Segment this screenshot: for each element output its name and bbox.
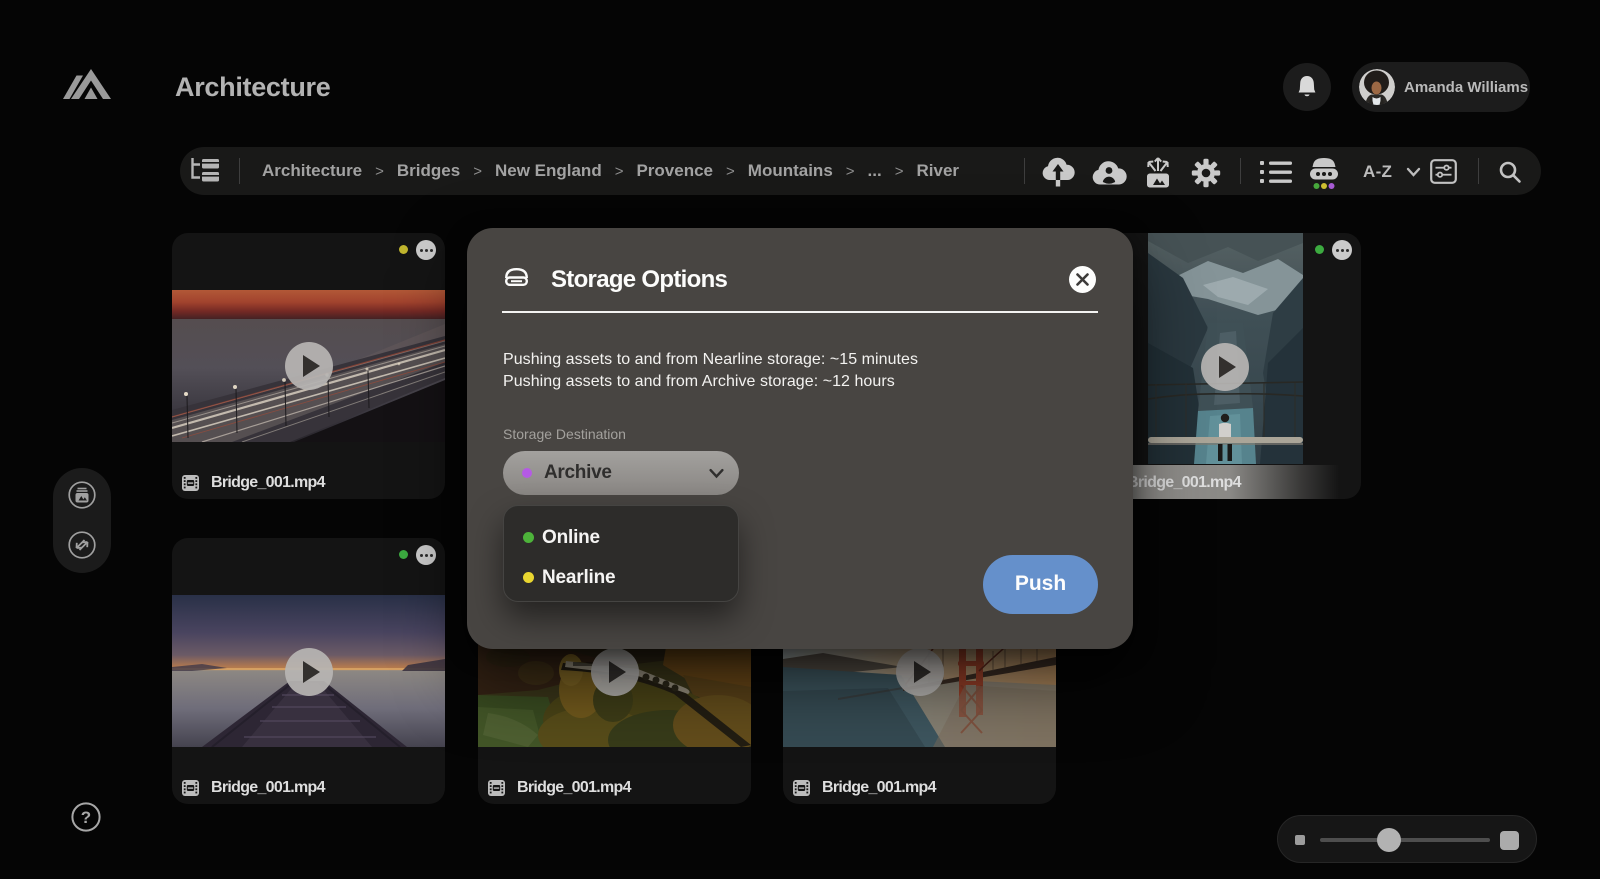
svg-text:?: ? xyxy=(81,808,91,827)
